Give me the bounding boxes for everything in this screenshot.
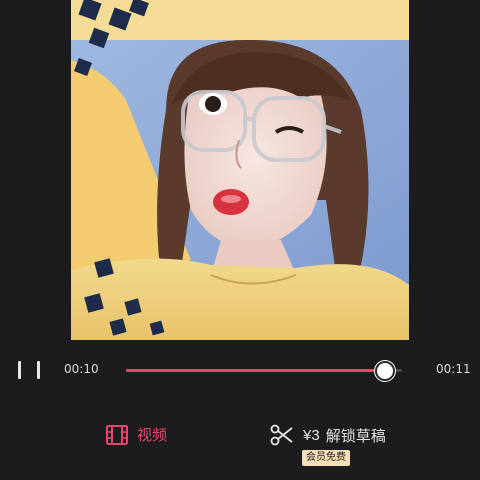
unlock-price: ¥3 [303,426,320,444]
video-tab-button[interactable]: 视频 [106,424,167,445]
total-duration: 00:11 [436,362,471,376]
pause-button[interactable] [18,361,40,381]
video-preview[interactable] [71,0,409,340]
preview-image [71,0,409,340]
progress-slider[interactable] [126,361,402,381]
unlock-label: 解锁草稿 [325,427,386,445]
playback-controls: 00:10 00:11 [0,352,480,388]
progress-thumb[interactable] [374,361,395,381]
vip-free-badge: 会员免费 [302,450,350,466]
film-icon [106,424,128,445]
progress-fill [126,369,383,372]
current-time: 00:10 [64,362,99,376]
video-tab-label: 视频 [137,427,168,444]
scissors-icon [270,424,293,446]
pause-icon [18,361,21,379]
unlock-draft-button[interactable]: ¥3 解锁草稿 [270,424,386,446]
